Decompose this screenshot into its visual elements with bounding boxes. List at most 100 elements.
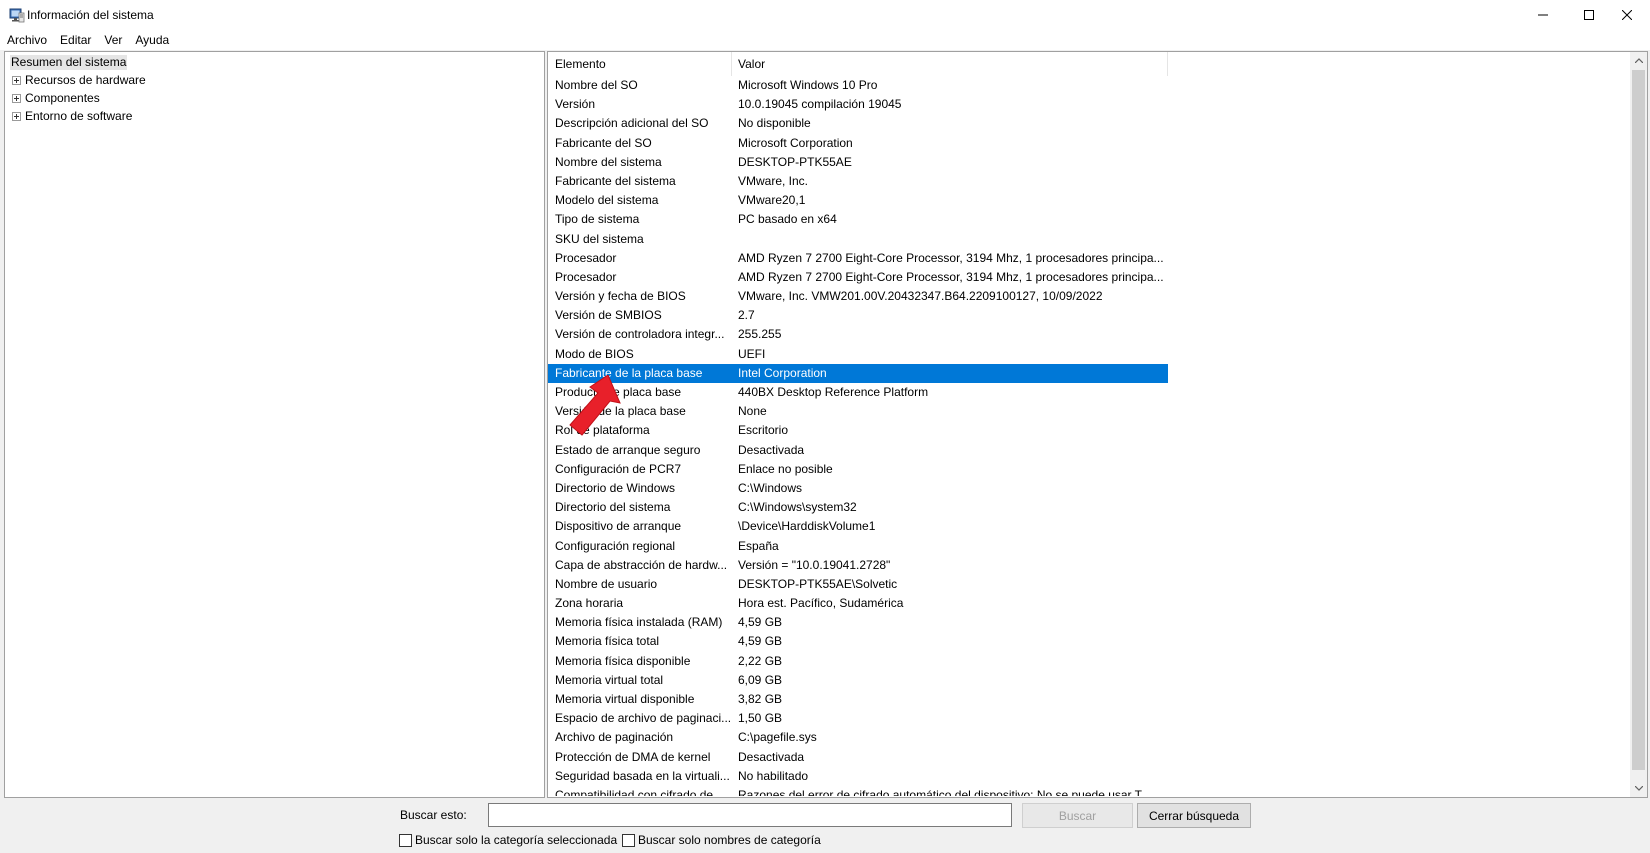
cell-element: Memoria virtual disponible <box>555 692 695 706</box>
scroll-up-button[interactable] <box>1630 52 1647 69</box>
cell-value: C:\pagefile.sys <box>738 730 817 745</box>
minimize-button[interactable] <box>1520 0 1566 30</box>
cell-value: 1,50 GB <box>738 711 783 726</box>
column-header-value[interactable]: Valor <box>732 52 1168 76</box>
cell-element: Versión de controladora integr... <box>555 327 725 342</box>
table-row[interactable]: Estado de arranque seguro Desactivada <box>548 441 1168 460</box>
search-button[interactable]: Buscar <box>1022 803 1133 828</box>
cell-value: AMD Ryzen 7 2700 Eight-Core Processor, 3… <box>738 250 1164 265</box>
tree-item-components[interactable]: Componentes <box>12 91 100 105</box>
menu-bar: Archivo Editar Ver Ayuda <box>0 30 1650 50</box>
cell-element: Directorio de Windows <box>555 480 676 495</box>
cell-value: No habilitado <box>738 768 809 783</box>
table-row[interactable]: Compatibilidad con cifrado de... Razones … <box>548 786 1168 796</box>
table-row[interactable]: Memoria física disponible 2,22 GB <box>548 652 1168 671</box>
cell-element: Directorio del sistema <box>555 500 671 515</box>
checkbox-box[interactable] <box>622 833 635 847</box>
scroll-down-button[interactable] <box>1630 780 1647 797</box>
expand-icon[interactable] <box>12 93 21 103</box>
cell-element: Memoria física disponible <box>555 653 691 668</box>
table-row[interactable]: Nombre del sistema DESKTOP-PTK55AE <box>548 153 1168 172</box>
table-row[interactable]: Fabricante del SO Microsoft Corporation <box>548 134 1168 153</box>
menu-editar[interactable]: Editar <box>53 30 97 50</box>
chevron-up-icon <box>1634 58 1643 63</box>
cell-value: Escritorio <box>738 423 789 438</box>
table-row[interactable]: Directorio del sistema C:\Windows\system3… <box>548 498 1168 517</box>
tree-item-system-summary[interactable]: Resumen del sistema <box>10 55 128 70</box>
table-row[interactable]: Producto de placa base 440BX Desktop Refe… <box>548 383 1168 402</box>
table-row[interactable]: Procesador AMD Ryzen 7 2700 Eight-Core Pr… <box>548 249 1168 268</box>
table-row[interactable]: Memoria física total 4,59 GB <box>548 632 1168 651</box>
cell-element: Modo de BIOS <box>555 346 634 361</box>
table-row[interactable]: Descripción adicional del SO No disponibl… <box>548 114 1168 133</box>
menu-ayuda[interactable]: Ayuda <box>128 30 175 50</box>
expand-icon[interactable] <box>12 111 21 121</box>
tree-item-label: Recursos de hardware <box>25 73 146 87</box>
search-category-names-checkbox[interactable]: Buscar solo nombres de categoría <box>622 833 821 847</box>
cell-value: Microsoft Windows 10 Pro <box>738 78 878 92</box>
table-row[interactable]: Espacio de archivo de paginaci... 1,50 GB <box>548 709 1168 728</box>
table-row[interactable]: Procesador AMD Ryzen 7 2700 Eight-Core Pr… <box>548 268 1168 287</box>
table-row[interactable]: Versión de controladora integr... 255.255 <box>548 325 1168 344</box>
cell-element: Configuración de PCR7 <box>555 461 682 476</box>
tree-item-software-environment[interactable]: Entorno de software <box>12 109 132 123</box>
cell-value: 2,22 GB <box>738 653 783 668</box>
table-row[interactable]: Versión 10.0.19045 compilación 19045 <box>548 95 1168 114</box>
cell-element: Nombre de usuario <box>555 576 658 591</box>
cell-element: Fabricante del SO <box>555 135 652 150</box>
table-row[interactable]: Dispositivo de arranque \Device\HarddiskV… <box>548 517 1168 536</box>
cell-value: None <box>738 404 767 419</box>
tree-item-label: Entorno de software <box>25 109 133 123</box>
table-row[interactable]: Fabricante de la placa base Intel Corpora… <box>548 363 1168 383</box>
table-row[interactable]: Nombre del SO Microsoft Windows 10 Pro <box>548 76 1168 95</box>
vertical-scrollbar[interactable] <box>1630 52 1647 797</box>
cell-value: C:\Windows <box>738 480 803 495</box>
table-row[interactable]: Seguridad basada en la virtuali... No hab… <box>548 767 1168 786</box>
cell-element: Protección de DMA de kernel <box>555 749 711 764</box>
expand-icon[interactable] <box>12 75 21 85</box>
cell-value: Enlace no posible <box>738 461 833 476</box>
table-row[interactable]: Versión de SMBIOS 2.7 <box>548 306 1168 325</box>
table-row[interactable]: Configuración de PCR7 Enlace no posible <box>548 460 1168 479</box>
chevron-down-icon <box>1634 786 1643 791</box>
cell-value: Razones del error de cifrado automático … <box>738 787 1151 796</box>
details-list[interactable]: Elemento Valor Nombre del SO Microsoft Wi… <box>547 51 1648 798</box>
table-row[interactable]: Modelo del sistema VMware20,1 <box>548 191 1168 210</box>
cell-value: 440BX Desktop Reference Platform <box>738 385 929 399</box>
close-search-button[interactable]: Cerrar búsqueda <box>1137 803 1251 828</box>
table-row[interactable]: Tipo de sistema PC basado en x64 <box>548 210 1168 229</box>
table-row[interactable]: Versión y fecha de BIOS VMware, Inc. VMW2… <box>548 287 1168 306</box>
table-row[interactable]: Rol de plataforma Escritorio <box>548 421 1168 440</box>
table-row[interactable]: Memoria virtual total 6,09 GB <box>548 671 1168 690</box>
table-row[interactable]: Capa de abstracción de hardw... Versión =… <box>548 556 1168 575</box>
menu-archivo[interactable]: Archivo <box>0 30 53 50</box>
cell-value: Microsoft Corporation <box>738 135 853 150</box>
table-row[interactable]: SKU del sistema <box>548 230 1168 249</box>
maximize-icon <box>1584 10 1594 20</box>
cell-element: Tipo de sistema <box>555 212 640 227</box>
system-information-window: Información del sistema Archivo Editar V… <box>0 0 1650 853</box>
column-header-element[interactable]: Elemento <box>548 52 732 76</box>
scrollbar-thumb[interactable] <box>1632 70 1645 770</box>
table-row[interactable]: Configuración regional España <box>548 537 1168 556</box>
tree-item-hardware-resources[interactable]: Recursos de hardware <box>12 73 146 87</box>
table-row[interactable]: Memoria virtual disponible 3,82 GB <box>548 690 1168 709</box>
table-row[interactable]: Protección de DMA de kernel Desactivada <box>548 748 1168 767</box>
menu-ver[interactable]: Ver <box>97 30 128 50</box>
table-row[interactable]: Fabricante del sistema VMware, Inc. <box>548 172 1168 191</box>
table-row[interactable]: Zona horaria Hora est. Pacífico, Sudaméri… <box>548 594 1168 613</box>
close-icon <box>1622 10 1632 20</box>
table-row[interactable]: Versión de la placa base None <box>548 402 1168 421</box>
table-row[interactable]: Archivo de paginación C:\pagefile.sys <box>548 728 1168 747</box>
category-tree[interactable]: Resumen del sistema Recursos de hardware… <box>4 51 545 798</box>
table-row[interactable]: Directorio de Windows C:\Windows <box>548 479 1168 498</box>
checkbox-box[interactable] <box>399 833 412 847</box>
close-button[interactable] <box>1604 0 1650 30</box>
search-input[interactable] <box>488 803 1012 827</box>
table-row[interactable]: Memoria física instalada (RAM) 4,59 GB <box>548 613 1168 632</box>
minimize-icon <box>1538 14 1548 16</box>
cell-value: 4,59 GB <box>738 634 783 649</box>
table-row[interactable]: Modo de BIOS UEFI <box>548 345 1168 364</box>
search-selected-category-checkbox[interactable]: Buscar solo la categoría seleccionada <box>399 833 617 847</box>
table-row[interactable]: Nombre de usuario DESKTOP-PTK55AE\Solveti… <box>548 575 1168 594</box>
